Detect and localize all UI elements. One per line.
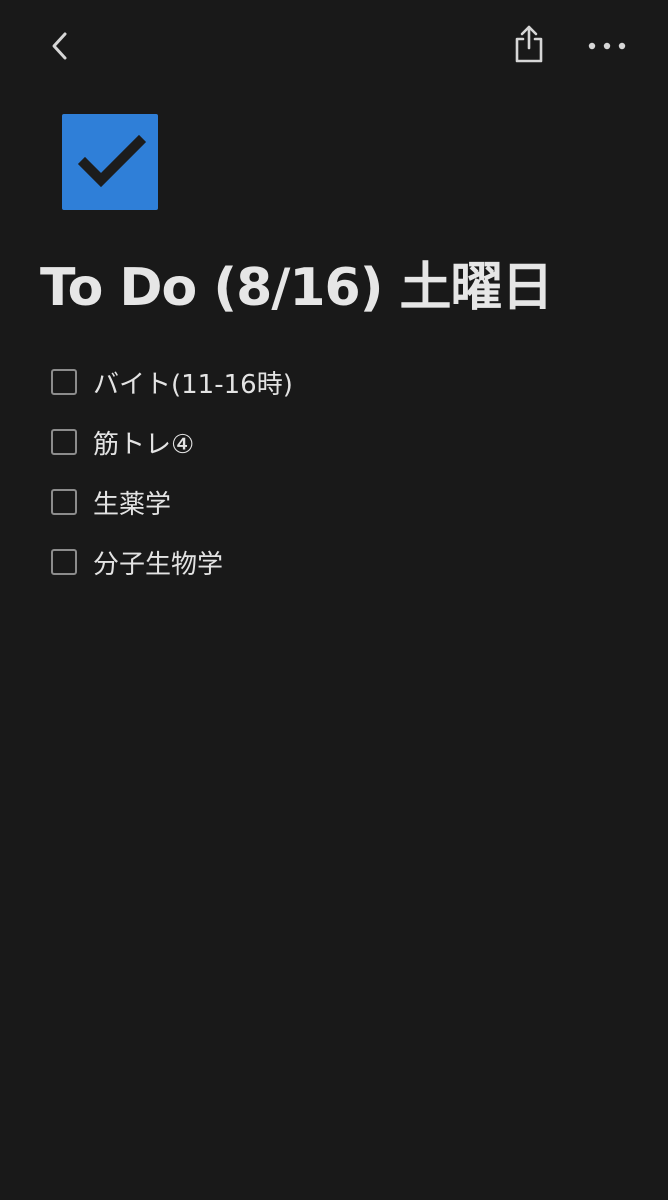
todo-list: バイト(11-16時) 筋トレ④ 生薬学 分子生物学 <box>48 352 628 592</box>
todo-checkbox[interactable] <box>51 369 77 395</box>
todo-label[interactable]: バイト(11-16時) <box>93 364 293 401</box>
todo-item: 生薬学 <box>48 472 628 532</box>
share-button[interactable] <box>504 18 554 70</box>
todo-label[interactable]: 分子生物学 <box>93 544 223 581</box>
share-icon <box>515 25 543 63</box>
todo-label[interactable]: 生薬学 <box>93 484 171 521</box>
top-bar <box>0 0 668 92</box>
checkmark-icon <box>77 134 147 188</box>
chevron-left-icon <box>52 32 67 60</box>
todo-checkbox[interactable] <box>51 549 77 575</box>
todo-checkbox[interactable] <box>51 489 77 515</box>
more-horizontal-icon <box>588 42 626 50</box>
todo-checkbox[interactable] <box>51 429 77 455</box>
page-icon[interactable] <box>62 114 158 210</box>
back-button[interactable] <box>36 22 84 70</box>
todo-item: 分子生物学 <box>48 532 628 592</box>
todo-label[interactable]: 筋トレ④ <box>93 424 194 461</box>
more-options-button[interactable] <box>582 22 632 70</box>
page-title[interactable]: To Do (8/16) 土曜日 <box>40 250 554 326</box>
todo-item: 筋トレ④ <box>48 412 628 472</box>
todo-item: バイト(11-16時) <box>48 352 628 412</box>
